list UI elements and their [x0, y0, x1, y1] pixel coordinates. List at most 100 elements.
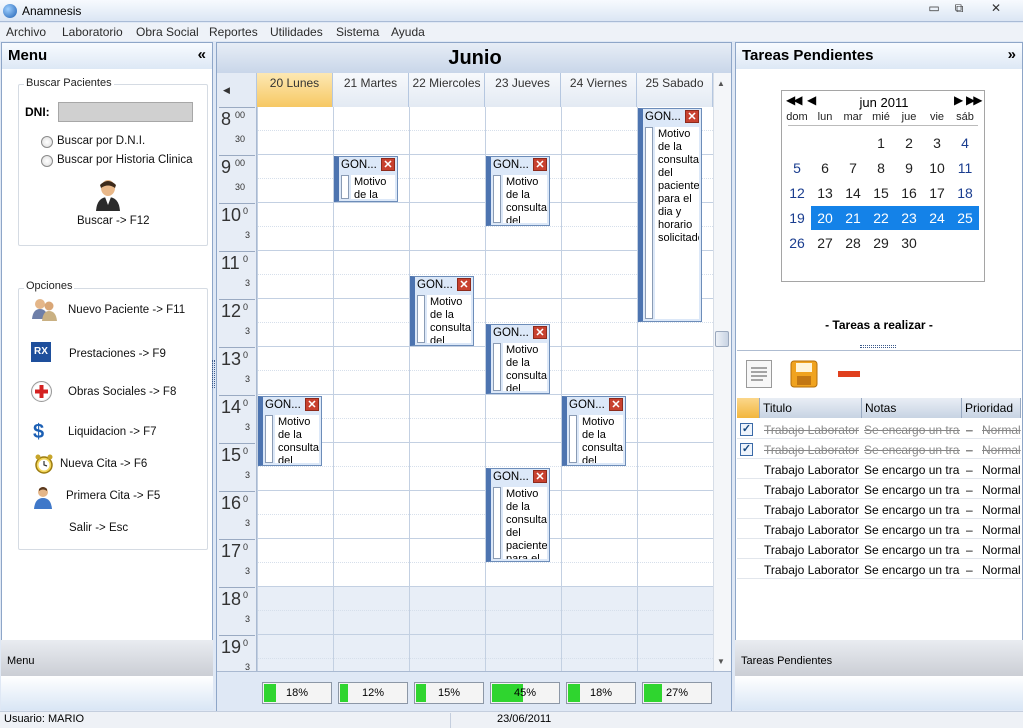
close-window-button[interactable]: ✕ — [975, 1, 1017, 17]
mini-calendar-day[interactable]: 13 — [811, 181, 839, 205]
mini-calendar-day[interactable]: 14 — [839, 181, 867, 205]
restore-button[interactable]: ⧉ — [947, 1, 971, 17]
scroll-up-icon[interactable]: ▲ — [717, 79, 725, 88]
mini-calendar-day[interactable]: 12 — [783, 181, 811, 205]
mini-calendar-day[interactable]: 19 — [783, 206, 811, 230]
mini-calendar-day[interactable]: 18 — [951, 181, 979, 205]
option-liquidacion[interactable]: Liquidacion -> F7 — [68, 426, 157, 438]
menu-archivo[interactable]: Archivo — [6, 25, 46, 39]
task-row[interactable]: Trabajo Laboratorio Se encargo un trab...… — [737, 519, 1021, 539]
appointment[interactable]: GON...✕Motivo de la consulta del pacient… — [562, 396, 626, 466]
appointment-scrollbar[interactable] — [493, 343, 501, 391]
mini-calendar-day[interactable]: 22 — [867, 206, 895, 230]
col-notas[interactable]: Notas — [862, 398, 962, 418]
task-row[interactable]: Trabajo Laboratorio Se encargo un trab...… — [737, 499, 1021, 519]
scroll-thumb[interactable] — [715, 331, 729, 347]
menu-ayuda[interactable]: Ayuda — [391, 25, 425, 39]
close-appointment-icon[interactable]: ✕ — [609, 398, 623, 411]
close-appointment-icon[interactable]: ✕ — [533, 326, 547, 339]
radio-historia[interactable] — [41, 155, 53, 167]
tasks-splitter-grip[interactable] — [860, 345, 896, 348]
appointment[interactable]: GON...✕Motivo de la consulta del pacient… — [334, 156, 398, 202]
appointment-scrollbar[interactable] — [493, 175, 501, 223]
task-row[interactable]: ✓ Trabajo Laboratorio Se encargo un trab..… — [737, 419, 1021, 439]
menu-laboratorio[interactable]: Laboratorio — [62, 25, 123, 39]
mini-calendar-day[interactable]: 16 — [895, 181, 923, 205]
task-row[interactable]: Trabajo Laboratorio Se encargo un trab...… — [737, 539, 1021, 559]
mini-calendar-day[interactable]: 20 — [811, 206, 839, 230]
mini-calendar-day[interactable]: 1 — [867, 131, 895, 155]
prev-month-icon[interactable]: ◀ — [807, 93, 816, 107]
calendar-scrollbar[interactable]: ▲ ▼ — [713, 73, 731, 671]
mini-calendar-day[interactable]: 23 — [895, 206, 923, 230]
appointment-scrollbar[interactable] — [417, 295, 425, 343]
appointment[interactable]: GON...✕Motivo de la consulta del pacient… — [486, 156, 550, 226]
mini-calendar-day[interactable]: 26 — [783, 231, 811, 255]
new-task-icon[interactable] — [746, 360, 772, 388]
mini-calendar-day[interactable]: 3 — [923, 131, 951, 155]
mini-calendar-day[interactable]: 8 — [867, 156, 895, 180]
radio-dni[interactable] — [41, 136, 53, 148]
appointment[interactable]: GON...✕Motivo de la consulta del pacient… — [258, 396, 322, 466]
appointment-scrollbar[interactable] — [493, 487, 501, 559]
appointment[interactable]: GON...✕Motivo de la consulta del pacient… — [638, 108, 702, 322]
day-header-0[interactable]: 20 Lunes — [257, 73, 333, 107]
mini-calendar-day[interactable]: 27 — [811, 231, 839, 255]
dni-input[interactable] — [58, 102, 193, 122]
mini-calendar-day[interactable]: 29 — [867, 231, 895, 255]
close-appointment-icon[interactable]: ✕ — [533, 470, 547, 483]
appointment[interactable]: GON...✕Motivo de la consulta del pacient… — [486, 324, 550, 394]
search-button[interactable]: Buscar -> F12 — [77, 215, 150, 227]
calendar-grid[interactable]: GON... ✕ Motivo de la consulta del pacient… — [257, 107, 713, 671]
task-checkbox[interactable]: ✓ — [740, 443, 753, 456]
mini-calendar-day[interactable]: 15 — [867, 181, 895, 205]
appointment[interactable]: GON...✕Motivo de la consulta del pacient… — [410, 276, 474, 346]
mini-calendar-day[interactable]: 2 — [895, 131, 923, 155]
appointment-scrollbar[interactable] — [265, 415, 273, 463]
mini-calendar-day[interactable]: 24 — [923, 206, 951, 230]
mini-calendar-day[interactable]: 10 — [923, 156, 951, 180]
option-salir[interactable]: Salir -> Esc — [69, 522, 128, 534]
task-row[interactable]: Trabajo Laboratorio Se encargo un trab...… — [737, 459, 1021, 479]
menu-utilidades[interactable]: Utilidades — [270, 25, 323, 39]
mini-calendar-day[interactable]: 5 — [783, 156, 811, 180]
mini-calendar-day[interactable]: 30 — [895, 231, 923, 255]
mini-calendar-day[interactable]: 21 — [839, 206, 867, 230]
day-header-5[interactable]: 25 Sabado — [637, 73, 713, 107]
day-header-1[interactable]: 21 Martes — [333, 73, 409, 107]
task-checkbox[interactable]: ✓ — [740, 423, 753, 436]
option-nuevo-paciente[interactable]: Nuevo Paciente -> F11 — [68, 304, 185, 316]
task-row[interactable]: ✓ Trabajo Laboratorio Se encargo un trab..… — [737, 439, 1021, 459]
day-header-2[interactable]: 22 Miercoles — [409, 73, 485, 107]
prev-day-nav[interactable]: ◀ — [217, 73, 257, 107]
prev-arrow-icon[interactable]: ◀ — [223, 85, 230, 96]
minimize-button[interactable]: ▭ — [922, 1, 946, 17]
day-header-3[interactable]: 23 Jueves — [485, 73, 561, 107]
menu-sistema[interactable]: Sistema — [336, 25, 379, 39]
close-appointment-icon[interactable]: ✕ — [305, 398, 319, 411]
save-task-icon[interactable] — [790, 360, 818, 388]
mini-calendar-day[interactable]: 7 — [839, 156, 867, 180]
option-prestaciones[interactable]: Prestaciones -> F9 — [69, 348, 166, 360]
close-appointment-icon[interactable]: ✕ — [381, 158, 395, 171]
task-row[interactable]: Trabajo Laboratorio Se encargo un trab...… — [737, 479, 1021, 499]
mini-calendar-day[interactable]: 25 — [951, 206, 979, 230]
mini-calendar-day[interactable]: 17 — [923, 181, 951, 205]
appointment[interactable]: GON...✕Motivo de la consulta del pacient… — [486, 468, 550, 562]
option-nueva-cita[interactable]: Nueva Cita -> F6 — [60, 458, 147, 470]
delete-task-icon[interactable] — [838, 371, 860, 377]
appointment-scrollbar[interactable] — [569, 415, 577, 463]
mini-calendar-day[interactable]: 11 — [951, 156, 979, 180]
collapse-tasks-button[interactable]: » — [1008, 46, 1016, 63]
day-header-4[interactable]: 24 Viernes — [561, 73, 637, 107]
close-appointment-icon[interactable]: ✕ — [533, 158, 547, 171]
scroll-down-icon[interactable]: ▼ — [717, 657, 725, 666]
option-primera-cita[interactable]: Primera Cita -> F5 — [66, 490, 160, 502]
next-month-icon[interactable]: ▶ — [954, 93, 963, 107]
menu-reportes[interactable]: Reportes — [209, 25, 258, 39]
left-splitter-grip[interactable] — [212, 360, 215, 388]
mini-calendar-day[interactable]: 9 — [895, 156, 923, 180]
mini-calendar-day[interactable]: 6 — [811, 156, 839, 180]
task-row[interactable]: Trabajo Laboratorio Se encargo un trab...… — [737, 559, 1021, 579]
mini-calendar-day[interactable]: 28 — [839, 231, 867, 255]
